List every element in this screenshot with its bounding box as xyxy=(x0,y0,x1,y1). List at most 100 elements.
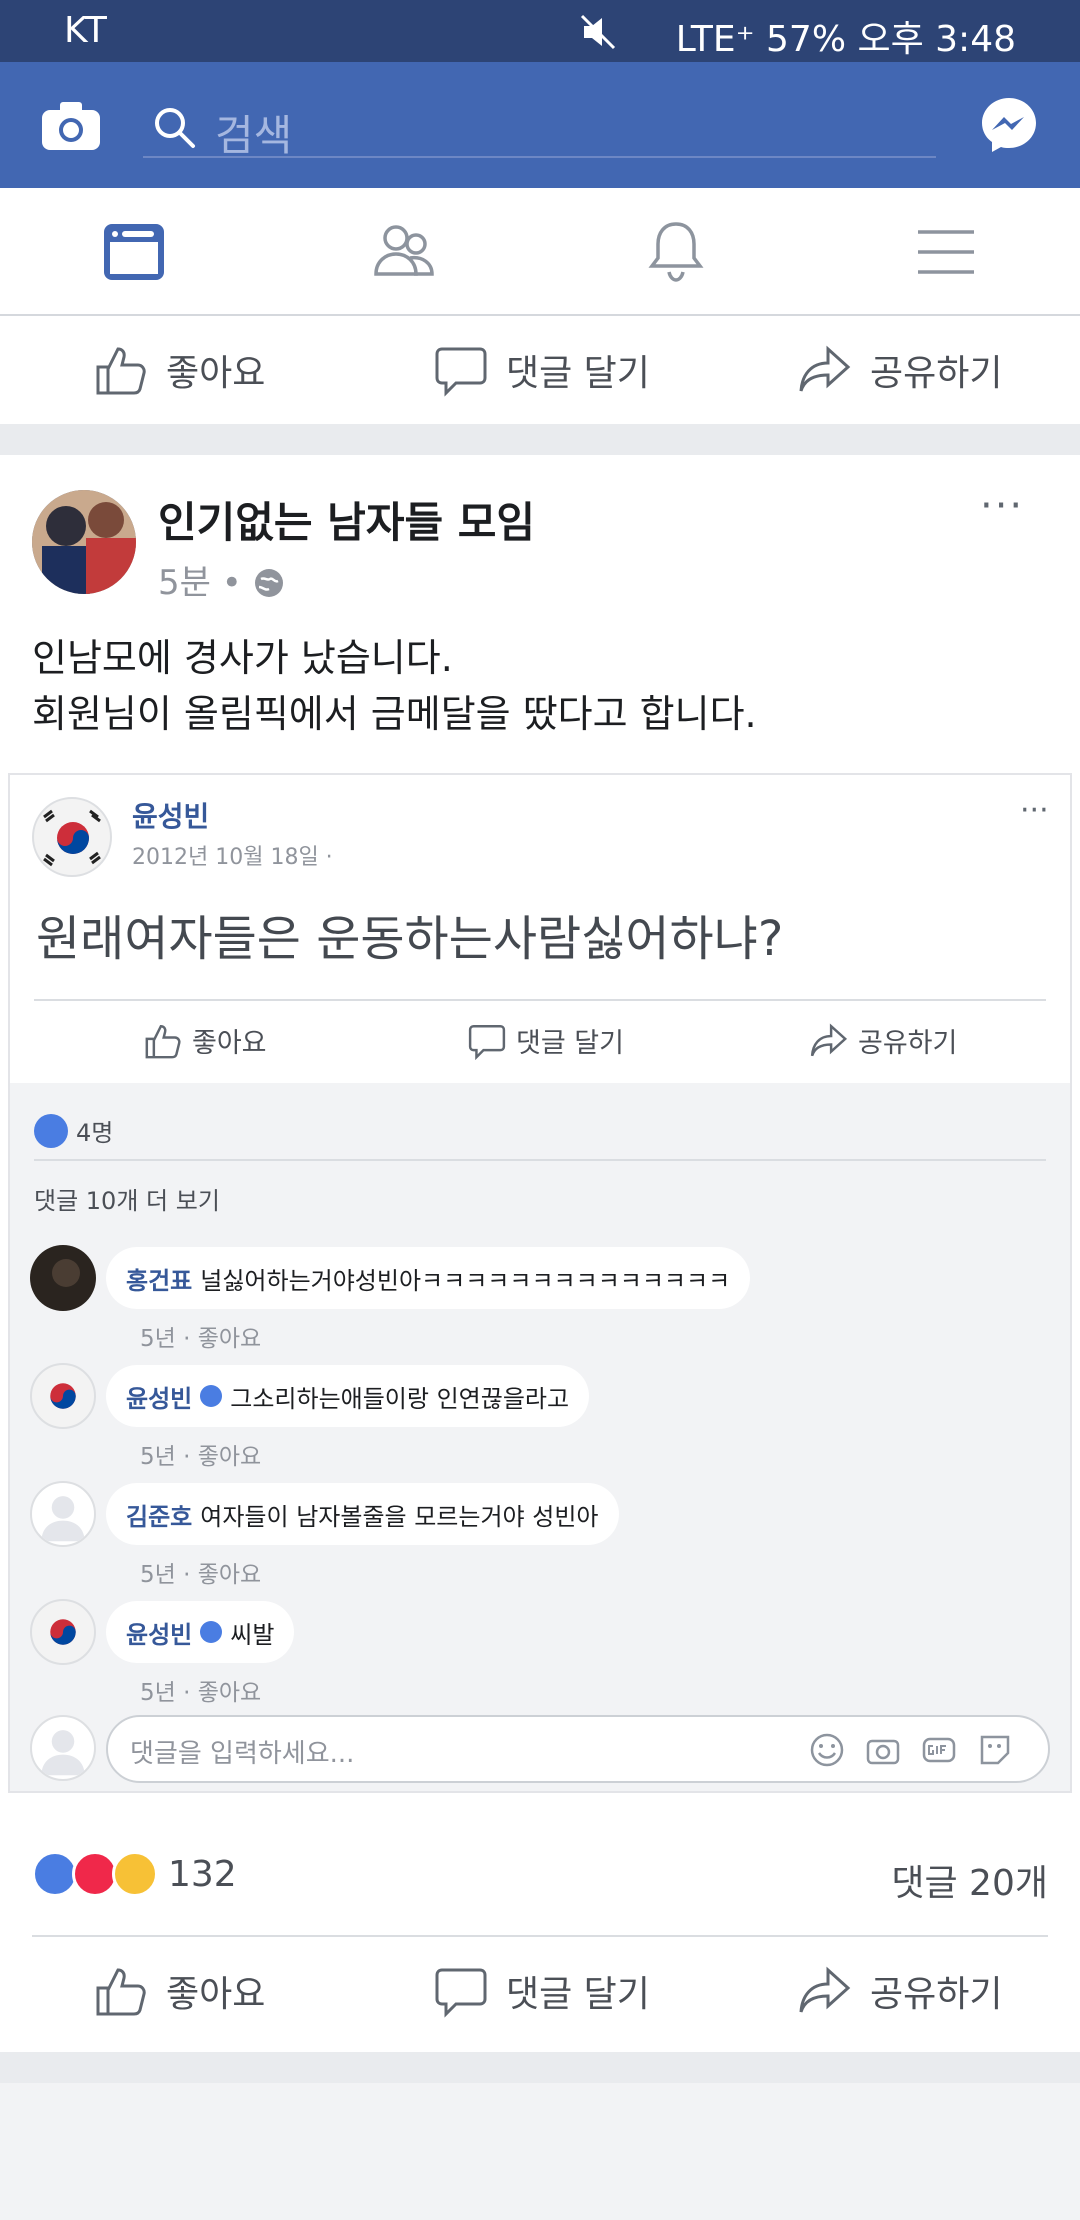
embedded-date: 2012년 10월 18일 · xyxy=(132,845,333,870)
commenter-avatar xyxy=(30,1245,96,1311)
comment-text: 그소리하는애들이랑 인연끊을라고 xyxy=(230,1384,570,1413)
reaction-count: 132 xyxy=(168,1854,237,1895)
comment-icon xyxy=(435,1968,487,2018)
verified-badge-icon xyxy=(200,1621,223,1643)
comment-count[interactable]: 댓글 20개 xyxy=(891,1854,1048,1906)
commenter-name: 윤성빈 xyxy=(126,1384,193,1413)
comment-button[interactable]: 댓글 달기 xyxy=(434,340,650,400)
status-bar: KT LTE⁺ 57% 오후 3:48 xyxy=(0,0,1080,62)
thumbs-up-icon xyxy=(145,1024,181,1058)
post-text-line: 회원님이 올림픽에서 금메달을 땄다고 합니다. xyxy=(32,692,757,736)
embedded-actions: 좋아요 댓글 달기 공유하기 xyxy=(34,999,1046,1083)
comment-text: 여자들이 남자볼줄을 모르는거야 성빈아 xyxy=(200,1502,599,1531)
commenter-name: 김준호 xyxy=(126,1502,193,1531)
feed-post: 인기없는 남자들 모임 5분 • ··· 인남모에 경사가 났습니다. 회원님이… xyxy=(0,455,1080,2052)
next-post-placeholder xyxy=(0,2083,1080,2220)
status-right: LTE⁺ 57% 오후 3:48 xyxy=(675,19,1016,60)
flag-image xyxy=(43,809,101,867)
embedded-like-label: 좋아요 xyxy=(192,1028,267,1059)
embedded-screenshot[interactable]: 윤성빈 2012년 10월 18일 · ··· 원래여자들은 운동하는사람싫어하… xyxy=(8,773,1072,1793)
post-meta: 5분 • xyxy=(158,555,285,604)
post-text-line: 인남모에 경사가 났습니다. xyxy=(32,636,453,680)
embedded-likes: 4명 xyxy=(34,1113,113,1148)
friends-tab-icon[interactable] xyxy=(370,218,438,286)
search-placeholder: 검색 xyxy=(215,111,293,160)
comment-bubble: 홍건표 널싫어하는거야성빈아ㅋㅋㅋㅋㅋㅋㅋㅋㅋㅋㅋㅋㅋㅋ xyxy=(106,1247,751,1309)
group-avatar-image xyxy=(32,490,136,594)
comment-bubble: 윤성빈 씨발 xyxy=(106,1601,295,1663)
share-button[interactable]: 공유하기 xyxy=(798,340,1002,400)
thumbs-up-icon xyxy=(96,347,146,395)
gif-icon xyxy=(922,1737,956,1763)
tab-bar xyxy=(0,188,1080,316)
messenger-icon[interactable] xyxy=(978,94,1040,156)
comment-item: 김준호 여자들이 남자볼줄을 모르는거야 성빈아 5년 · 좋아요 xyxy=(30,1481,1060,1591)
avatar-image xyxy=(30,1245,96,1311)
embedded-share-label: 공유하기 xyxy=(858,1028,958,1059)
post-time: 5분 • xyxy=(158,563,253,603)
post-actions: 좋아요 댓글 달기 공유하기 xyxy=(0,1937,1080,2045)
default-avatar-icon xyxy=(41,1496,85,1542)
commenter-name: 윤성빈 xyxy=(126,1620,193,1649)
share-label: 공유하기 xyxy=(870,353,1003,394)
embedded-comment: 댓글 달기 xyxy=(468,1021,624,1060)
post-text: 인남모에 경사가 났습니다. 회원님이 올림픽에서 금메달을 땄다고 합니다. xyxy=(32,630,757,742)
like-label: 좋아요 xyxy=(166,353,266,394)
comment-bubble: 윤성빈 그소리하는애들이랑 인연끊을라고 xyxy=(106,1365,590,1427)
group-avatar[interactable] xyxy=(32,490,136,594)
camera-icon[interactable] xyxy=(40,100,102,152)
share-icon xyxy=(810,1022,848,1056)
sad-reaction-icon xyxy=(112,1851,158,1897)
embedded-more: ··· xyxy=(1020,793,1049,828)
flag-image xyxy=(50,1383,76,1409)
like-button[interactable]: 좋아요 xyxy=(94,340,265,400)
reaction-summary[interactable]: 132 댓글 20개 xyxy=(0,1810,1080,1930)
comment-icon xyxy=(435,347,487,397)
comment-item: 윤성빈 씨발 5년 · 좋아요 xyxy=(30,1599,1060,1709)
embedded-post-header: 윤성빈 2012년 10월 18일 · ··· 원래여자들은 운동하는사람싫어하… xyxy=(10,775,1070,1083)
like-reaction-icon xyxy=(34,1113,68,1148)
news-feed-tab-icon[interactable] xyxy=(100,218,168,286)
commenter-avatar xyxy=(30,1599,96,1665)
commenter-avatar xyxy=(30,1363,96,1429)
comment-label: 댓글 달기 xyxy=(506,353,650,394)
previous-post-actions: 좋아요 댓글 달기 공유하기 xyxy=(0,316,1080,424)
app-header: 검색 xyxy=(0,62,1080,188)
embedded-share: 공유하기 xyxy=(810,1021,957,1060)
search-field[interactable]: 검색 xyxy=(143,98,936,160)
emoji-icon xyxy=(810,1733,844,1767)
search-icon xyxy=(155,108,195,148)
comment-bubble: 김준호 여자들이 남자볼줄을 모르는거야 성빈아 xyxy=(106,1483,619,1545)
globe-icon xyxy=(254,569,283,597)
comment-item: 윤성빈 그소리하는애들이랑 인연끊을라고 5년 · 좋아요 xyxy=(30,1363,1060,1473)
mute-icon xyxy=(580,14,616,50)
share-icon xyxy=(799,345,851,392)
comment-label: 댓글 달기 xyxy=(506,1974,650,2015)
share-icon xyxy=(799,1966,851,2013)
embedded-like-count: 4명 xyxy=(76,1119,114,1147)
commenter-name: 홍건표 xyxy=(126,1266,193,1295)
post-more-button[interactable]: ··· xyxy=(980,483,1024,529)
commenter-avatar xyxy=(30,1481,96,1547)
comment-meta: 5년 · 좋아요 xyxy=(140,1444,262,1470)
comment-meta: 5년 · 좋아요 xyxy=(140,1562,262,1588)
menu-tab-icon[interactable] xyxy=(912,218,980,286)
more-comments-link: 댓글 10개 더 보기 xyxy=(34,1187,220,1215)
flag-image xyxy=(50,1619,76,1645)
comment-item: 홍건표 널싫어하는거야성빈아ㅋㅋㅋㅋㅋㅋㅋㅋㅋㅋㅋㅋㅋㅋ 5년 · 좋아요 xyxy=(30,1245,1060,1355)
korea-flag-avatar xyxy=(32,797,112,877)
like-button[interactable]: 좋아요 xyxy=(94,1961,265,2021)
reaction-icons xyxy=(32,1850,158,1898)
share-label: 공유하기 xyxy=(870,1974,1003,2015)
verified-badge-icon xyxy=(200,1385,223,1407)
embedded-comment-input: 댓글을 입력하세요... xyxy=(106,1715,1050,1783)
comment-button[interactable]: 댓글 달기 xyxy=(434,1961,650,2021)
embedded-author: 윤성빈 xyxy=(132,800,210,833)
share-button[interactable]: 공유하기 xyxy=(798,1961,1002,2021)
comment-meta: 5년 · 좋아요 xyxy=(140,1326,262,1352)
notifications-tab-icon[interactable] xyxy=(642,218,710,286)
default-avatar-icon xyxy=(41,1730,85,1776)
like-label: 좋아요 xyxy=(166,1974,266,2015)
group-name[interactable]: 인기없는 남자들 모임 xyxy=(158,489,535,550)
embedded-comment-label: 댓글 달기 xyxy=(516,1028,624,1059)
